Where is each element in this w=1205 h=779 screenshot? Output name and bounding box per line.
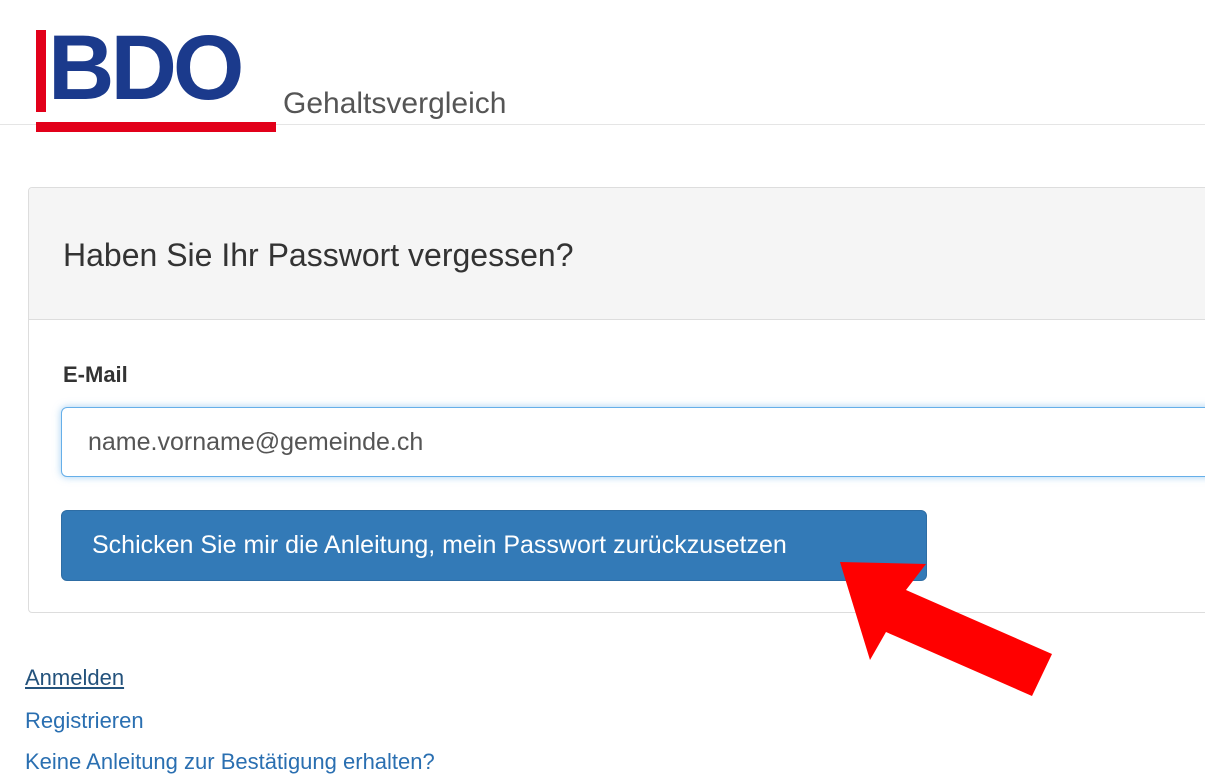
panel-heading: Haben Sie Ihr Passwort vergessen? bbox=[29, 188, 1205, 320]
resend-confirmation-link[interactable]: Keine Anleitung zur Bestätigung erhalten… bbox=[25, 748, 435, 776]
header: BDO Gehaltsvergleich bbox=[0, 0, 1205, 132]
send-reset-instructions-button[interactable]: Schicken Sie mir die Anleitung, mein Pas… bbox=[61, 510, 927, 581]
register-link[interactable]: Registrieren bbox=[25, 707, 144, 735]
app-subtitle: Gehaltsvergleich bbox=[283, 87, 507, 120]
logo-red-bar-horizontal bbox=[36, 122, 276, 132]
email-field[interactable] bbox=[61, 407, 1205, 477]
email-label: E-Mail bbox=[63, 362, 128, 387]
logo-red-bar-vertical bbox=[36, 30, 46, 112]
forgot-password-page: BDO Gehaltsvergleich Haben Sie Ihr Passw… bbox=[0, 0, 1205, 779]
bdo-logo: BDO bbox=[36, 17, 276, 132]
logo-text: BDO bbox=[48, 17, 244, 119]
red-arrow-icon bbox=[840, 562, 1052, 696]
page-title: Haben Sie Ihr Passwort vergessen? bbox=[63, 237, 574, 273]
login-link[interactable]: Anmelden bbox=[25, 664, 124, 692]
